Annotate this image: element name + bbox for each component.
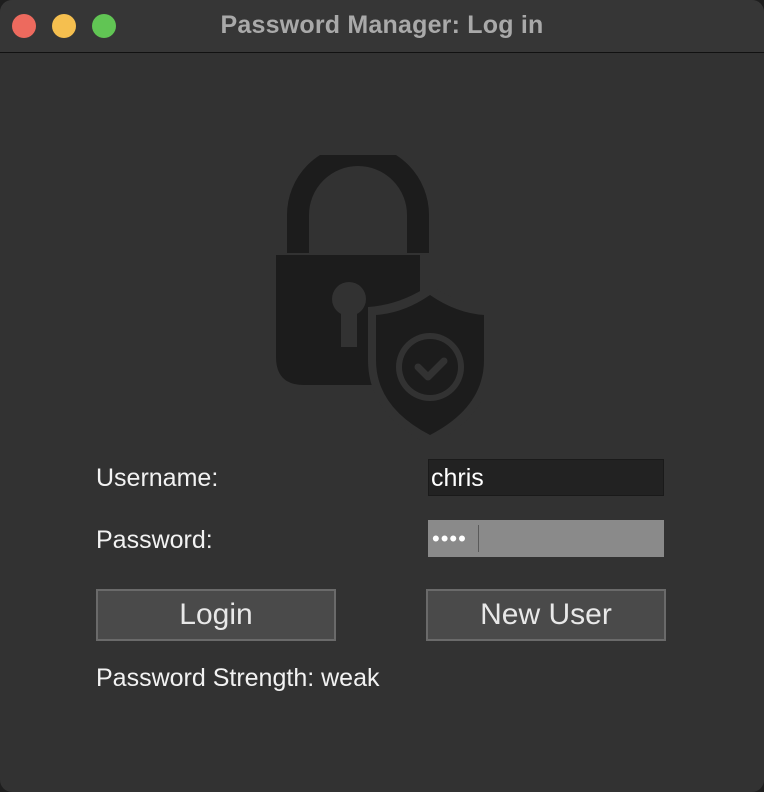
title-bar[interactable]: Password Manager: Log in: [0, 0, 764, 53]
password-label: Password:: [96, 526, 213, 554]
lock-shield-check-icon: [276, 155, 490, 440]
app-window: Password Manager: Log in Username: chris…: [0, 0, 764, 792]
password-strength-status: Password Strength: weak: [96, 664, 380, 692]
text-caret: [478, 525, 479, 552]
username-value: chris: [431, 464, 484, 492]
login-button[interactable]: Login: [96, 589, 336, 641]
username-label: Username:: [96, 464, 219, 492]
password-input[interactable]: ••••: [428, 520, 664, 557]
username-input[interactable]: chris: [428, 459, 664, 496]
new-user-button[interactable]: New User: [426, 589, 666, 641]
password-masked-value: ••••: [432, 526, 467, 551]
window-title: Password Manager: Log in: [220, 11, 544, 39]
